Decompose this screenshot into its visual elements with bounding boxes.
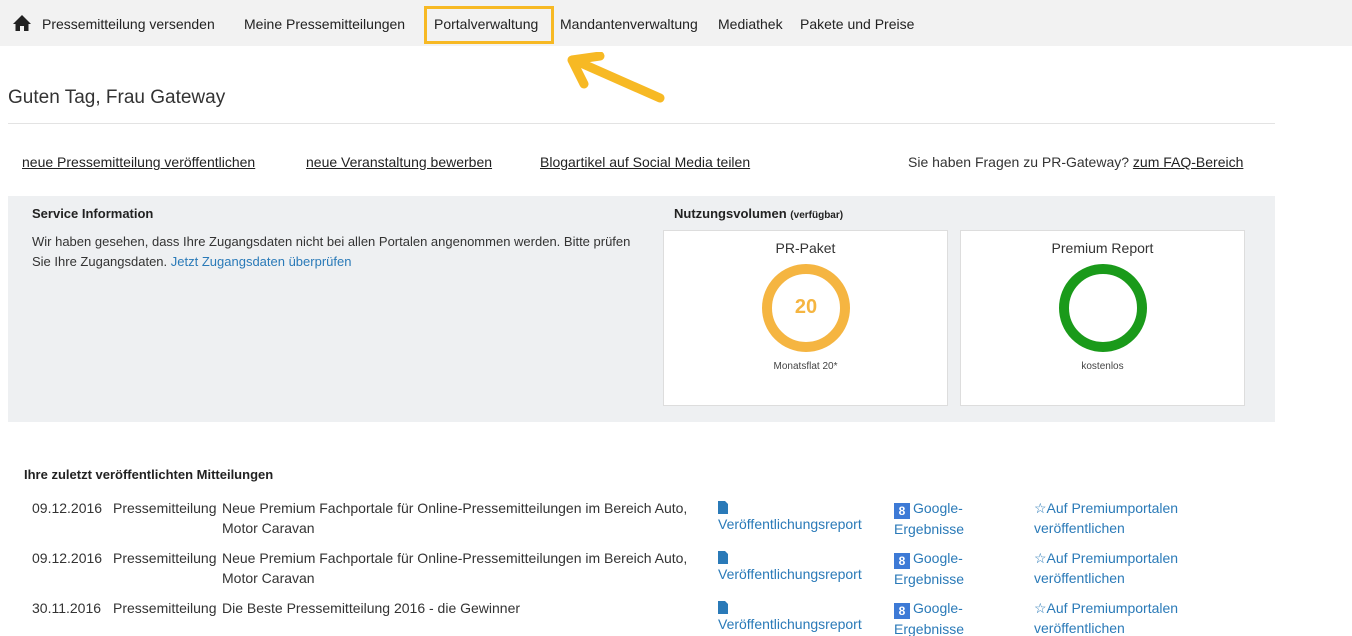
premium-report-gauge (1059, 264, 1147, 352)
faq-prompt: Sie haben Fragen zu PR-Gateway? zum FAQ-… (908, 154, 1243, 170)
release-type: Pressemitteilung (113, 550, 217, 566)
publication-report-link[interactable]: Veröffentlichungsreport (718, 498, 888, 534)
premium-report-subtitle: kostenlos (1081, 361, 1124, 372)
portalverwaltung-highlight-box (424, 6, 554, 44)
nav-item-meine-pressemitteilungen[interactable]: Meine Pressemitteilungen (244, 16, 405, 32)
pointer-arrow-icon (567, 52, 665, 103)
usage-volume-label: Nutzungsvolumen (674, 206, 787, 221)
publication-report-link[interactable]: Veröffentlichungsreport (718, 548, 888, 584)
service-information-text: Wir haben gesehen, dass Ihre Zugangsdate… (32, 232, 642, 272)
pr-package-subtitle: Monatsflat 20* (773, 361, 838, 372)
publish-premium-link[interactable]: ☆Auf Premiumportalen veröffentlichen (1034, 598, 1234, 636)
release-row: 30.11.2016 Pressemitteilung Die Beste Pr… (0, 598, 1352, 636)
faq-link[interactable]: zum FAQ-Bereich (1133, 154, 1243, 170)
google-results-link[interactable]: 8 Google-Ergebnisse (894, 598, 1014, 636)
publication-report-label: Veröffentlichungsreport (718, 616, 862, 632)
document-icon (718, 601, 728, 614)
document-icon (718, 551, 728, 564)
service-information-panel: Service Information Wir haben gesehen, d… (8, 196, 1275, 422)
release-title[interactable]: Die Beste Pressemitteilung 2016 - die Ge… (222, 598, 712, 618)
new-press-release-link[interactable]: neue Pressemitteilung veröffentlichen (22, 154, 255, 170)
release-date: 30.11.2016 (32, 600, 102, 616)
release-type: Pressemitteilung (113, 600, 217, 616)
greeting-heading: Guten Tag, Frau Gateway (8, 87, 226, 108)
share-blog-article-link[interactable]: Blogartikel auf Social Media teilen (540, 154, 750, 170)
release-row: 09.12.2016 Pressemitteilung Neue Premium… (0, 548, 1352, 592)
release-date: 09.12.2016 (32, 500, 103, 516)
release-row: 09.12.2016 Pressemitteilung Neue Premium… (0, 498, 1352, 542)
premium-report-card: Premium Report kostenlos (960, 230, 1245, 406)
service-information-title: Service Information (32, 206, 154, 221)
release-date: 09.12.2016 (32, 550, 103, 566)
google-plus-icon: 8 (894, 553, 910, 569)
home-icon[interactable] (12, 14, 32, 32)
recent-releases-title: Ihre zuletzt veröffentlichten Mitteilung… (24, 467, 274, 482)
pr-package-title: PR-Paket (775, 240, 836, 256)
google-plus-icon: 8 (894, 603, 910, 619)
premium-report-title: Premium Report (1051, 240, 1154, 256)
release-type: Pressemitteilung (113, 500, 217, 516)
publication-report-label: Veröffentlichungsreport (718, 516, 862, 532)
top-navigation: Pressemitteilung versenden Meine Pressem… (0, 0, 1352, 46)
new-event-link[interactable]: neue Veranstaltung bewerben (306, 154, 492, 170)
google-plus-icon: 8 (894, 503, 910, 519)
nav-item-pressemitteilung-versenden[interactable]: Pressemitteilung versenden (42, 16, 215, 32)
document-icon (718, 501, 728, 514)
nav-item-pakete-und-preise[interactable]: Pakete und Preise (800, 16, 914, 32)
nav-item-mediathek[interactable]: Mediathek (718, 16, 783, 32)
publish-premium-link[interactable]: ☆Auf Premiumportalen veröffentlichen (1034, 498, 1234, 538)
google-results-link[interactable]: 8 Google-Ergebnisse (894, 548, 1014, 589)
release-title[interactable]: Neue Premium Fachportale für Online-Pres… (222, 498, 712, 538)
pr-package-value: 20 (794, 296, 818, 318)
usage-volume-title: Nutzungsvolumen (verfügbar) (674, 206, 843, 224)
nav-item-mandantenverwaltung[interactable]: Mandantenverwaltung (560, 16, 698, 32)
check-credentials-link[interactable]: Jetzt Zugangsdaten überprüfen (171, 254, 352, 269)
pr-package-card: PR-Paket 20 Monatsflat 20* (663, 230, 948, 406)
google-results-link[interactable]: 8 Google-Ergebnisse (894, 498, 1014, 539)
release-title[interactable]: Neue Premium Fachportale für Online-Pres… (222, 548, 712, 588)
usage-volume-note: (verfügbar) (790, 210, 844, 221)
publication-report-link[interactable]: Veröffentlichungsreport (718, 598, 888, 634)
publish-premium-link[interactable]: ☆Auf Premiumportalen veröffentlichen (1034, 548, 1234, 588)
faq-text: Sie haben Fragen zu PR-Gateway? (908, 154, 1130, 170)
publication-report-label: Veröffentlichungsreport (718, 566, 862, 582)
divider (8, 123, 1275, 124)
